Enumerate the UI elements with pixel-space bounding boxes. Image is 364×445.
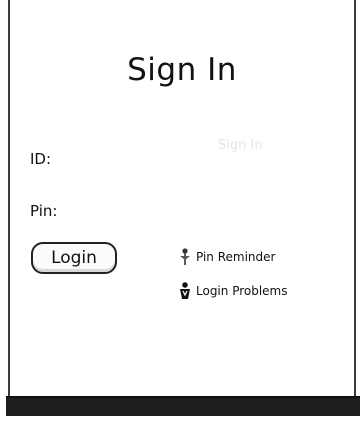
login-problems-link[interactable]: Login Problems <box>178 282 288 300</box>
person-help-icon <box>178 282 192 300</box>
signin-page: Sign In Sign In ID: Pin: Login Pin Remin… <box>0 0 364 445</box>
login-problems-label: Login Problems <box>196 284 288 298</box>
pin-reminder-label: Pin Reminder <box>196 250 276 264</box>
id-field[interactable] <box>50 148 250 170</box>
page-title: Sign In <box>127 52 237 88</box>
pin-field[interactable] <box>62 200 262 222</box>
login-button[interactable]: Login <box>31 242 117 274</box>
pin-label: Pin: <box>30 202 58 220</box>
id-label: ID: <box>30 150 52 168</box>
pin-reminder-link[interactable]: Pin Reminder <box>178 248 275 266</box>
panel-bottom-bar <box>6 396 360 416</box>
pin-icon <box>178 248 192 266</box>
